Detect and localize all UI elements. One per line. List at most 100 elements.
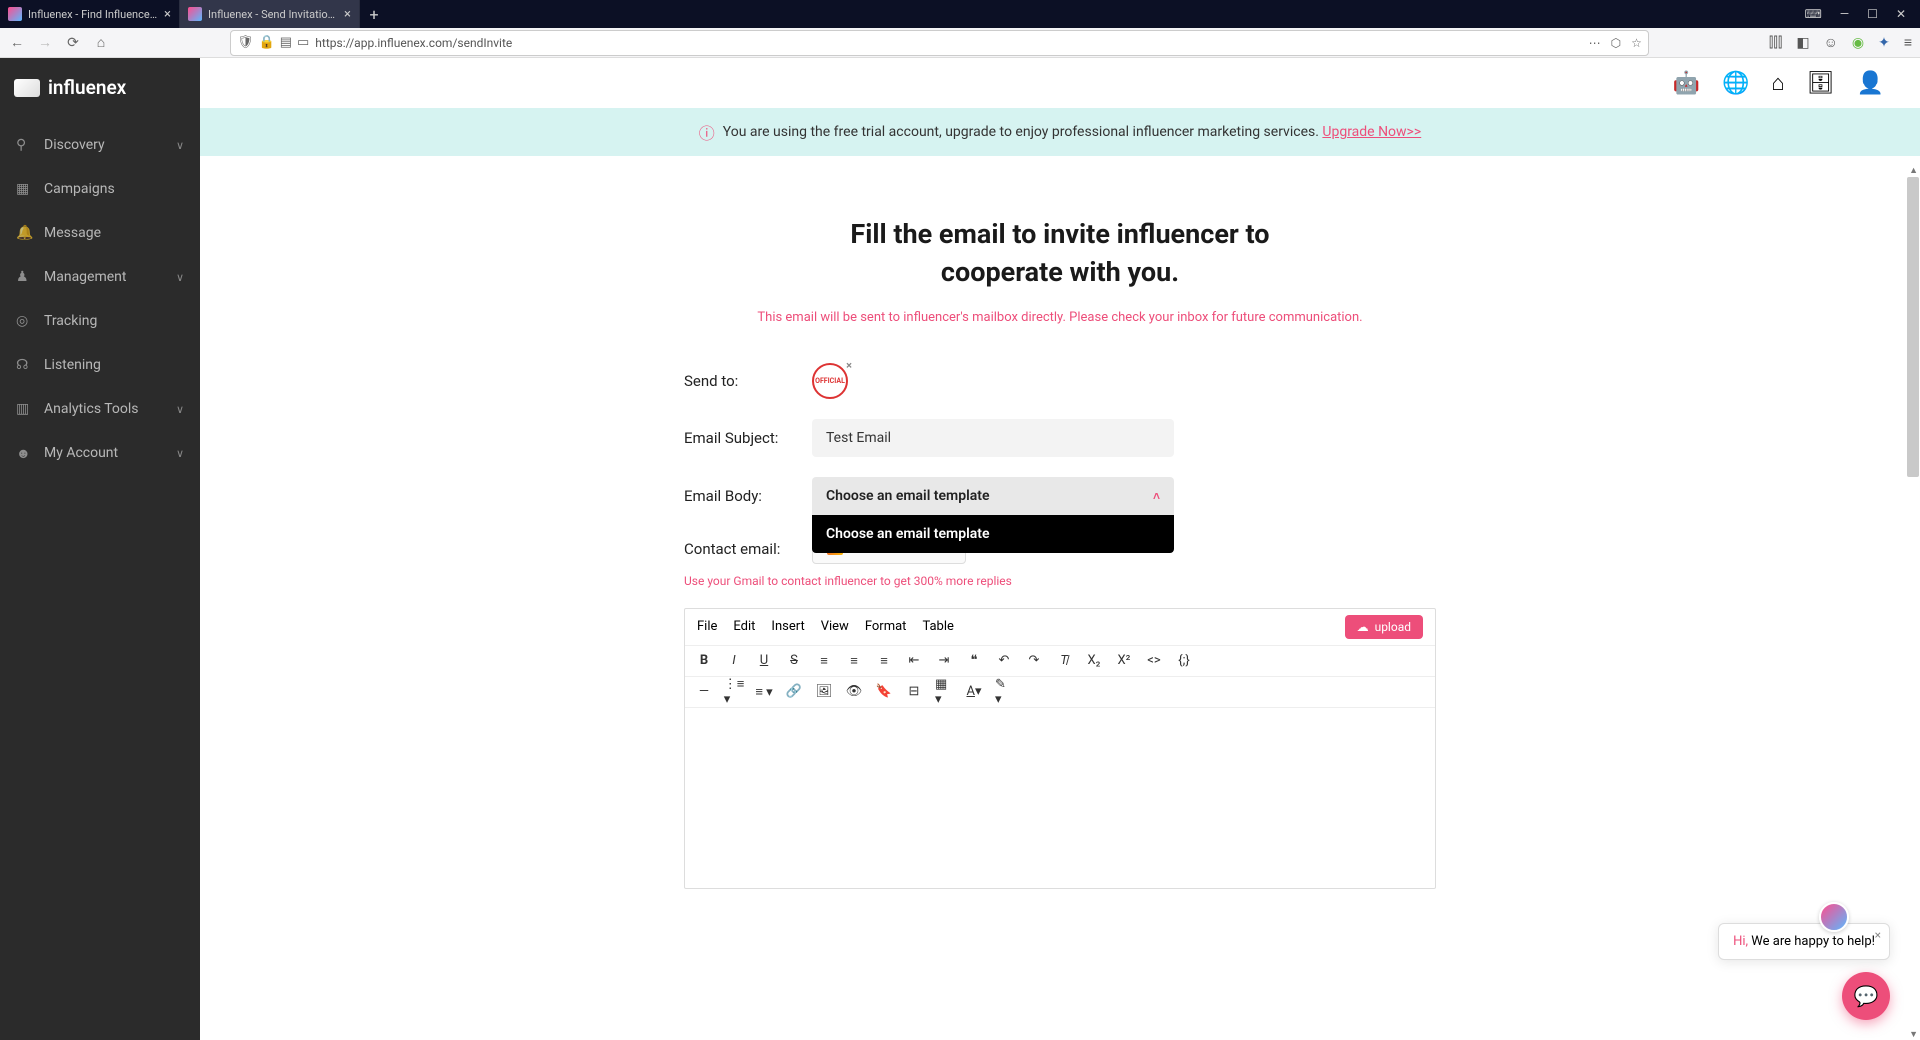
italic-icon[interactable]: I [725,652,743,670]
user-icon: ☻ [16,445,32,461]
close-icon[interactable]: × [164,7,171,22]
bullet-list-icon[interactable]: ⋮≡ ▾ [725,683,743,701]
braces-icon[interactable]: {;} [1175,652,1193,670]
redo-icon[interactable]: ↷ [1025,652,1043,670]
brand-logo[interactable]: influenex [0,76,200,123]
scroll-down-icon[interactable]: ▼ [1909,1029,1918,1040]
menu-insert[interactable]: Insert [771,619,804,634]
pocket-icon[interactable]: ⬡ [1611,36,1621,50]
text-color-icon[interactable]: A ▾ [965,683,983,701]
extension-icon[interactable]: ◉ [1852,35,1864,51]
menu-file[interactable]: File [697,619,717,634]
sidebar-item-account[interactable]: ☻ My Account ∨ [0,431,200,475]
keyboard-icon[interactable]: ⌨ [1804,7,1821,21]
addons-icon[interactable]: ✦ [1878,35,1890,51]
undo-icon[interactable]: ↶ [995,652,1013,670]
scrollbar[interactable]: ▲ ▼ [1906,165,1920,1040]
number-list-icon[interactable]: ≡ ▾ [755,683,773,701]
chat-greeting-text: We are happy to help! [1748,934,1875,949]
preview-icon[interactable]: 👁 [845,683,863,701]
close-chat-icon[interactable]: × [1875,928,1881,942]
editor-body[interactable] [685,708,1435,888]
template-option[interactable]: Choose an email template [812,515,1174,553]
main-content: 🤖 🌐 ⌂ 🗄 👤 ⓘ You are using the free trial… [200,58,1920,1040]
chat-popup: × Hi, We are happy to help! [1718,923,1890,960]
table-icon[interactable]: ▦ ▾ [935,683,953,701]
sidebar-toggle-icon[interactable]: ◧ [1796,35,1809,51]
forward-button[interactable]: → [36,34,54,52]
image-icon[interactable]: 🖼 [815,683,833,701]
archive-icon[interactable]: 🗄 [1807,71,1835,96]
strike-icon[interactable]: S [785,652,803,670]
upload-button[interactable]: ☁ upload [1345,615,1423,639]
sidebar-item-campaigns[interactable]: ▦ Campaigns [0,167,200,211]
bold-icon[interactable]: B [695,652,713,670]
highlight-icon[interactable]: ✎ ▾ [995,683,1013,701]
menu-table[interactable]: Table [922,619,953,634]
outdent-icon[interactable]: ⇤ [905,652,923,670]
align-right-icon[interactable]: ≡ [875,652,893,670]
permission-icon[interactable]: ▤ [280,35,292,50]
home-button[interactable]: ⌂ [92,34,110,52]
bookmark-tool-icon[interactable]: 🔖 [875,683,893,701]
align-left-icon[interactable]: ≡ [815,652,833,670]
editor-toolbar-1: B I U S ≡ ≡ ≡ ⇤ ⇥ ❝ ↶ ↷ T̸ [685,646,1435,677]
recipient-chip[interactable]: OFFICIAL × [812,363,848,399]
menu-view[interactable]: View [821,619,849,634]
hr-icon[interactable]: — [695,683,713,701]
maximize-icon[interactable]: ☐ [1867,7,1878,21]
tab-title: Influenex - Find Influencer in a [28,8,158,21]
account-icon[interactable]: ☺ [1824,34,1838,51]
minimize-icon[interactable]: — [1840,7,1849,21]
indent-icon[interactable]: ⇥ [935,652,953,670]
sidebar-label: Listening [44,357,101,373]
editor-menubar: File Edit Insert View Format Table ☁ upl… [685,609,1435,646]
sidebar-item-listening[interactable]: ☊ Listening [0,343,200,387]
remove-recipient-icon[interactable]: × [846,359,852,372]
home-icon[interactable]: ⌂ [1771,70,1784,96]
discovery-icon: ⚲ [16,137,32,153]
sidebar-label: Tracking [44,313,97,329]
subject-input[interactable] [812,419,1174,457]
sidebar-item-management[interactable]: ♟ Management ∨ [0,255,200,299]
sidebar-item-message[interactable]: 🔔 Message [0,211,200,255]
scrollbar-thumb[interactable] [1907,177,1919,477]
page-title: Fill the email to invite influencer to c… [654,216,1466,292]
chat-fab[interactable]: 💬 [1842,972,1890,1020]
contact-label: Contact email: [684,540,812,558]
superscript-icon[interactable]: X² [1115,652,1133,670]
reload-button[interactable]: ⟳ [64,34,82,52]
quote-icon[interactable]: ❝ [965,652,983,670]
new-tab-button[interactable]: + [360,0,388,28]
shield-icon[interactable]: 🛡 [237,35,254,50]
close-window-icon[interactable]: ✕ [1896,7,1906,21]
browser-tab-0[interactable]: Influenex - Find Influencer in a × [0,0,180,28]
menu-icon[interactable]: ≡ [1904,34,1912,51]
profile-icon[interactable]: 👤 [1857,71,1884,96]
browser-tab-1[interactable]: Influenex - Send Invitation ema × [180,0,360,28]
subscript-icon[interactable]: X₂ [1085,652,1103,670]
pagebreak-icon[interactable]: ⊟ [905,683,923,701]
reader-icon[interactable]: ▭ [297,35,309,50]
library-icon[interactable]: ⫿⫿⫿ [1769,35,1782,51]
sidebar-item-discovery[interactable]: ⚲ Discovery ∨ [0,123,200,167]
page-actions-icon[interactable]: ⋯ [1589,36,1601,50]
url-bar[interactable]: 🛡 🔒 ▤ ▭ https://app.influenex.com/sendIn… [230,30,1649,56]
menu-format[interactable]: Format [865,619,907,634]
code-icon[interactable]: <> [1145,652,1163,670]
close-icon[interactable]: × [344,7,351,22]
sidebar-item-tracking[interactable]: ◎ Tracking [0,299,200,343]
robot-icon[interactable]: 🤖 [1673,71,1700,96]
globe-icon[interactable]: 🌐 [1722,71,1749,96]
align-center-icon[interactable]: ≡ [845,652,863,670]
sidebar-item-analytics[interactable]: ▥ Analytics Tools ∨ [0,387,200,431]
bookmark-icon[interactable]: ☆ [1631,36,1642,50]
underline-icon[interactable]: U [755,652,773,670]
link-icon[interactable]: 🔗 [785,683,803,701]
clear-format-icon[interactable]: T̸ [1055,652,1073,670]
scroll-up-icon[interactable]: ▲ [1909,165,1918,176]
menu-edit[interactable]: Edit [733,619,755,634]
upgrade-link[interactable]: Upgrade Now>> [1322,124,1421,140]
back-button[interactable]: ← [8,34,26,52]
template-select[interactable]: Choose an email template ˄ [812,477,1174,515]
